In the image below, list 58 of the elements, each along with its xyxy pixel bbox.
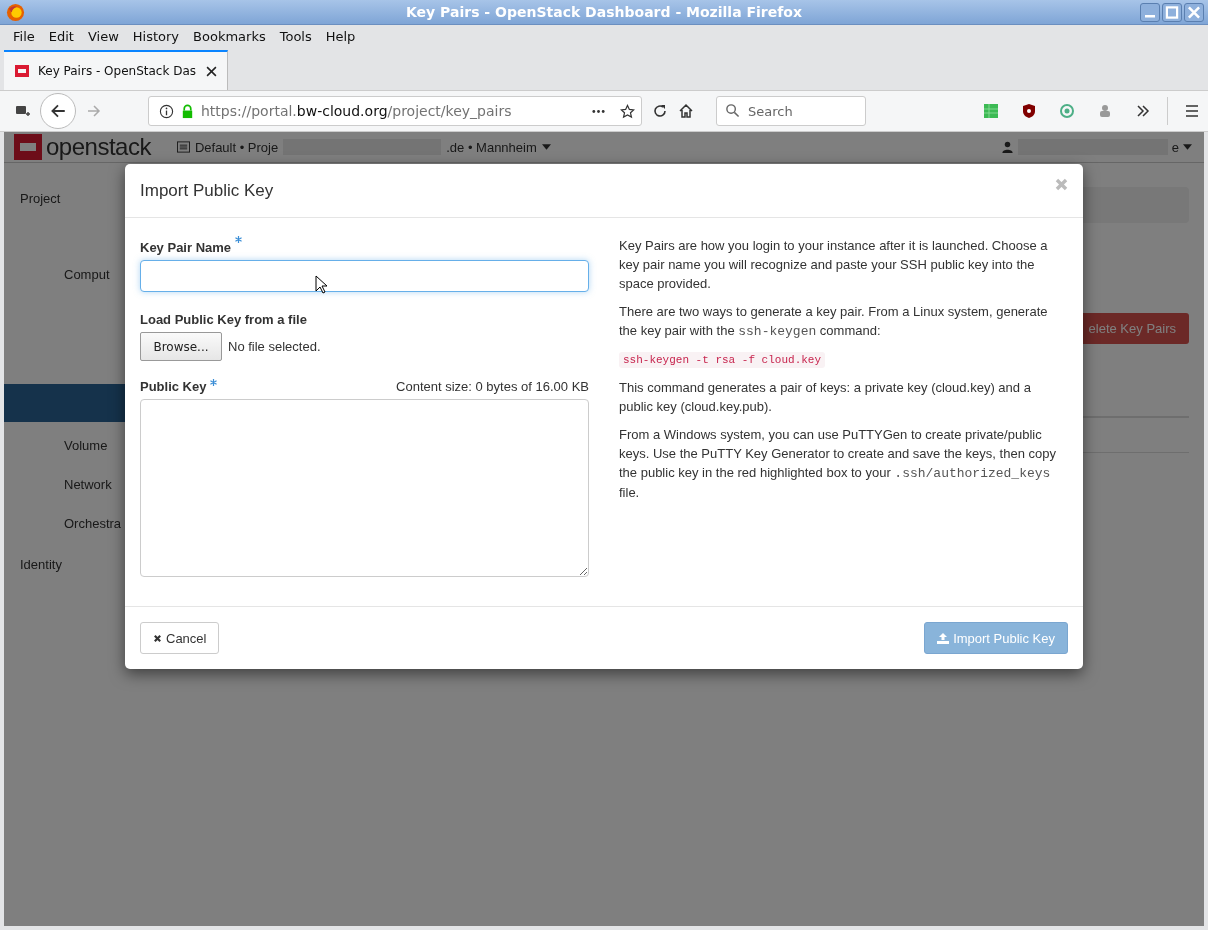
close-button[interactable] <box>1184 2 1204 22</box>
home-icon[interactable] <box>678 103 694 119</box>
menu-icon[interactable] <box>1184 103 1200 119</box>
file-status: No file selected. <box>228 339 321 354</box>
info-icon[interactable] <box>159 103 174 119</box>
key-pair-name-field[interactable] <box>140 260 589 292</box>
dialog-title: Import Public Key <box>140 180 274 201</box>
close-icon[interactable] <box>206 65 217 77</box>
help-text: From a Windows system, you can use PuTTYGen to create private/public keys. Use the PuTTY Key Generator to create and save the keys, then copy the public key in the red highlighted box to your .ssh/authorized_keys file. <box>619 426 1057 502</box>
caret-icon[interactable] <box>541 144 551 150</box>
menu-item[interactable]: View <box>80 28 126 44</box>
maximize-icon <box>1163 3 1181 21</box>
back-button[interactable] <box>40 93 76 129</box>
openstack-logo-icon <box>14 63 30 79</box>
content-size: Content size: 0 bytes of 16.00 KB <box>396 378 589 394</box>
close-icon <box>153 633 162 643</box>
menu-item[interactable]: File <box>6 28 42 44</box>
list-icon <box>176 141 190 153</box>
upload-icon <box>937 632 950 644</box>
search-field[interactable]: Search <box>716 96 866 126</box>
monitor-icon[interactable] <box>14 103 30 119</box>
maximize-button[interactable] <box>1162 2 1182 22</box>
field-label: Public Key <box>140 378 207 394</box>
mouse-cursor-icon <box>315 275 327 294</box>
minimize-icon <box>1145 15 1155 18</box>
address-bar[interactable]: https://portal.bw-cloud.org/project/key_pairs <box>148 96 642 126</box>
project-label[interactable]: Default • Proje <box>194 139 279 155</box>
openstack-logo[interactable]: openstack <box>14 133 151 161</box>
firefox-logo-icon <box>6 2 25 22</box>
caret-icon[interactable] <box>1183 144 1192 150</box>
overflow-icon[interactable] <box>1135 103 1151 119</box>
field-label: Key Pair Name <box>140 239 232 255</box>
menu-item[interactable]: History <box>125 28 187 44</box>
browser-tab[interactable]: Key Pairs - OpenStack Das <box>4 50 228 90</box>
shield-icon[interactable] <box>1021 103 1037 119</box>
menu-item[interactable]: Edit <box>41 28 81 44</box>
tab-title: Key Pairs - OpenStack Das <box>38 64 198 78</box>
window-title: Key Pairs - OpenStack Dashboard - Mozilla Firefox <box>406 4 802 20</box>
field-label: Load Public Key from a file <box>140 311 307 327</box>
cancel-button[interactable]: Cancel <box>140 622 220 654</box>
project-region[interactable]: .de • Mannheim <box>446 139 537 155</box>
star-icon[interactable] <box>620 103 635 119</box>
help-text: This command generates a pair of keys: a private key (cloud.key) and a public key (cloud.key.pub). <box>619 379 1032 416</box>
url-text: https://portal.bw-cloud.org/project/key_pairs <box>201 103 512 119</box>
menu-item[interactable]: Help <box>318 28 363 44</box>
menu-item[interactable]: Tools <box>272 28 319 44</box>
reload-icon[interactable] <box>652 103 668 119</box>
back-icon <box>49 102 67 120</box>
help-text: Key Pairs are how you login to your instance after it is launched. Choose a key pair name you will recognize and paste your SSH public key into the space provided. <box>619 237 1049 293</box>
browse-button[interactable]: Browse... <box>140 332 222 361</box>
public-key-field[interactable] <box>140 399 589 577</box>
help-text: There are two ways to generate a key pair. From a Linux system, generate the key pair with the ssh-keygen command: <box>619 303 1049 341</box>
menu-item[interactable]: Bookmarks <box>186 28 273 44</box>
user-name[interactable]: e <box>1171 139 1179 155</box>
minimize-button[interactable] <box>1140 2 1160 22</box>
code-block: ssh-keygen -t rsa -f cloud.key <box>619 352 826 368</box>
user-icon <box>1000 141 1014 153</box>
lock-icon <box>180 103 195 119</box>
